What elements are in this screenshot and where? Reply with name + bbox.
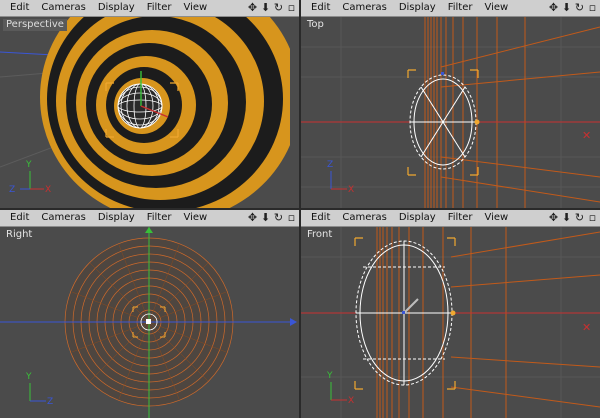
menu-display[interactable]: Display	[397, 210, 438, 226]
menu-display[interactable]: Display	[397, 0, 438, 16]
menu-filter[interactable]: Filter	[145, 0, 174, 16]
move-view-icon[interactable]: ✥	[548, 0, 559, 16]
perspective-menubar: Edit Cameras Display Filter View ✥ ⬇ ↻ ▫	[0, 0, 299, 17]
maximize-view-icon[interactable]: ▫	[587, 0, 598, 16]
menu-edit[interactable]: Edit	[8, 0, 31, 16]
rotate-view-icon[interactable]: ↻	[273, 210, 284, 226]
perspective-scene: Y X Z	[0, 17, 299, 208]
perspective-pane: Edit Cameras Display Filter View ✥ ⬇ ↻ ▫…	[0, 0, 299, 208]
axis-label-y: Y	[25, 160, 32, 170]
menu-view[interactable]: View	[482, 0, 510, 16]
top-viewport[interactable]: Top ✕ Z X	[301, 17, 600, 208]
axis-label-z: Z	[327, 160, 333, 170]
x-axis-marker: ✕	[582, 321, 591, 334]
front-menubar: Edit Cameras Display Filter View ✥ ⬇ ↻ ▫	[301, 210, 600, 227]
view-label-top: Top	[307, 19, 324, 30]
menu-edit[interactable]: Edit	[309, 0, 332, 16]
axis-label-x: X	[45, 185, 51, 195]
move-view-icon[interactable]: ✥	[548, 210, 559, 226]
axis-label-y: Y	[326, 371, 333, 381]
axis-label-z: Z	[9, 185, 15, 195]
maximize-view-icon[interactable]: ▫	[587, 210, 598, 226]
menu-cameras[interactable]: Cameras	[39, 0, 87, 16]
right-menubar: Edit Cameras Display Filter View ✥ ⬇ ↻ ▫	[0, 210, 299, 227]
menu-filter[interactable]: Filter	[446, 210, 475, 226]
dolly-view-icon[interactable]: ⬇	[260, 210, 271, 226]
selected-sphere	[117, 83, 163, 129]
menu-display[interactable]: Display	[96, 0, 137, 16]
menu-cameras[interactable]: Cameras	[340, 0, 388, 16]
nav-icons: ✥ ⬇ ↻ ▫	[247, 0, 297, 16]
menu-filter[interactable]: Filter	[446, 0, 475, 16]
view-label-front: Front	[307, 229, 333, 240]
divider-horizontal[interactable]	[0, 208, 600, 210]
dolly-view-icon[interactable]: ⬇	[561, 0, 572, 16]
menu-cameras[interactable]: Cameras	[340, 210, 388, 226]
axis-label-x: X	[348, 185, 354, 195]
nav-icons: ✥ ⬇ ↻ ▫	[548, 210, 598, 226]
dolly-view-icon[interactable]: ⬇	[561, 210, 572, 226]
nav-icons: ✥ ⬇ ↻ ▫	[548, 0, 598, 16]
top-pane: Edit Cameras Display Filter View ✥ ⬇ ↻ ▫…	[301, 0, 600, 208]
top-menubar: Edit Cameras Display Filter View ✥ ⬇ ↻ ▫	[301, 0, 600, 17]
x-axis-marker: ✕	[582, 129, 591, 142]
right-viewport[interactable]: Right Y Z	[0, 227, 299, 418]
rotate-view-icon[interactable]: ↻	[574, 210, 585, 226]
top-scene: ✕ Z X	[301, 17, 600, 208]
menu-view[interactable]: View	[482, 210, 510, 226]
view-label-perspective: Perspective	[3, 19, 67, 31]
menu-edit[interactable]: Edit	[309, 210, 332, 226]
axis-label-x: X	[348, 396, 354, 406]
front-pane: Edit Cameras Display Filter View ✥ ⬇ ↻ ▫…	[301, 210, 600, 418]
axis-label-y: Y	[25, 372, 32, 382]
menu-edit[interactable]: Edit	[8, 210, 31, 226]
menu-cameras[interactable]: Cameras	[39, 210, 87, 226]
front-viewport[interactable]: Front ✕ Y X	[301, 227, 600, 418]
rotate-view-icon[interactable]: ↻	[574, 0, 585, 16]
menu-filter[interactable]: Filter	[145, 210, 174, 226]
rotate-view-icon[interactable]: ↻	[273, 0, 284, 16]
nav-icons: ✥ ⬇ ↻ ▫	[247, 210, 297, 226]
right-scene: Y Z	[0, 227, 299, 418]
move-view-icon[interactable]: ✥	[247, 0, 258, 16]
viewport-grid: Edit Cameras Display Filter View ✥ ⬇ ↻ ▫…	[0, 0, 600, 418]
move-view-icon[interactable]: ✥	[247, 210, 258, 226]
menu-display[interactable]: Display	[96, 210, 137, 226]
maximize-view-icon[interactable]: ▫	[286, 0, 297, 16]
menu-view[interactable]: View	[181, 0, 209, 16]
menu-view[interactable]: View	[181, 210, 209, 226]
dolly-view-icon[interactable]: ⬇	[260, 0, 271, 16]
maximize-view-icon[interactable]: ▫	[286, 210, 297, 226]
view-label-right: Right	[6, 229, 33, 240]
axis-label-z: Z	[47, 397, 53, 407]
right-pane: Edit Cameras Display Filter View ✥ ⬇ ↻ ▫…	[0, 210, 299, 418]
perspective-viewport[interactable]: Perspective Y X Z	[0, 17, 299, 208]
front-scene: ✕ Y X	[301, 227, 600, 418]
